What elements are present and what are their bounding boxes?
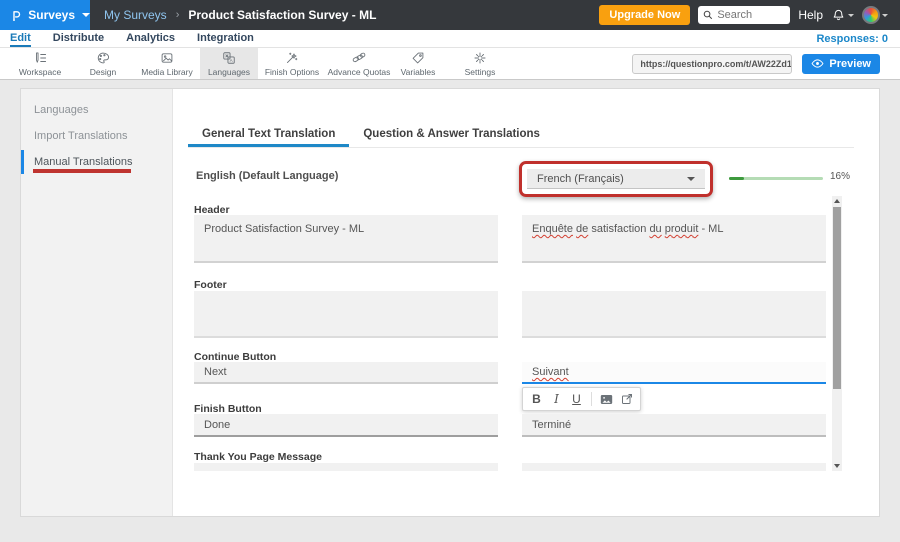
toolbar-item-media-library[interactable]: Media Library: [134, 48, 200, 79]
toolbar-item-languages[interactable]: A Languages: [200, 48, 258, 79]
underline-button[interactable]: U: [568, 390, 585, 408]
help-link[interactable]: Help: [798, 8, 823, 22]
notifications-menu[interactable]: [831, 8, 854, 23]
preview-button[interactable]: Preview: [802, 54, 880, 74]
footer-source-textarea[interactable]: [194, 291, 498, 338]
nav-tab-distribute[interactable]: Distribute: [53, 30, 104, 47]
insert-link-button[interactable]: [618, 390, 635, 408]
scroll-down-arrow-icon[interactable]: [834, 464, 840, 468]
toolbar-item-design[interactable]: Design: [72, 48, 134, 79]
languages-panel: Languages Import Translations Manual Tra…: [20, 88, 880, 517]
chevron-down-icon: [882, 14, 888, 17]
eye-icon: [811, 58, 824, 69]
annotation-highlight-box: French (Français): [519, 161, 713, 197]
translations-sidebar: Languages Import Translations Manual Tra…: [21, 89, 173, 516]
active-indicator: [21, 150, 24, 174]
nav-tab-analytics[interactable]: Analytics: [126, 30, 175, 47]
product-menu-label: Surveys: [28, 8, 75, 22]
chevron-down-icon: [848, 14, 854, 17]
translation-progress-fill: [729, 177, 744, 180]
toolbar-item-advance-quotas[interactable]: Advance Quotas: [326, 48, 392, 79]
finish-source-input[interactable]: Done: [194, 414, 498, 437]
thank-you-source-textarea[interactable]: [194, 463, 498, 471]
source-language-label: English (Default Language): [196, 170, 338, 182]
translation-fields: Header Product Satisfaction Survey - ML …: [173, 197, 879, 471]
workspace-icon: [33, 51, 47, 65]
fields-scrollbar[interactable]: [832, 196, 842, 471]
questionpro-logo-icon: [10, 8, 23, 23]
product-menu[interactable]: Surveys: [0, 0, 90, 30]
translation-progress-bar: [729, 177, 823, 180]
continue-translation-input[interactable]: Suivant: [522, 362, 826, 384]
media-library-icon: [160, 51, 174, 65]
finish-translation-input[interactable]: Terminé: [522, 414, 826, 437]
global-search[interactable]: [698, 6, 790, 24]
header-source-textarea[interactable]: Product Satisfaction Survey - ML: [194, 215, 498, 263]
header-translation-textarea[interactable]: Enquête de satisfaction du produit - ML: [522, 215, 826, 263]
edit-toolbar: Workspace Design Media Library A Languag…: [0, 48, 900, 80]
nav-tab-edit[interactable]: Edit: [10, 30, 31, 47]
tab-question-answer-translations[interactable]: Question & Answer Translations: [349, 121, 554, 147]
design-icon: [96, 51, 110, 65]
translation-tabs: General Text Translation Question & Answ…: [188, 121, 854, 148]
thank-you-translation-textarea[interactable]: [522, 463, 826, 471]
translation-progress-percent: 16%: [830, 171, 850, 182]
breadcrumb: My Surveys › Product Satisfaction Survey…: [104, 8, 376, 22]
annotation-underline: [33, 169, 131, 173]
survey-nav: Edit Distribute Analytics Integration Re…: [0, 30, 900, 48]
search-icon: [703, 10, 713, 20]
variables-icon: [411, 51, 425, 65]
breadcrumb-separator: ›: [176, 9, 180, 21]
upgrade-now-button[interactable]: Upgrade Now: [599, 5, 690, 25]
topbar-actions: Upgrade Now Help: [599, 5, 900, 25]
survey-title: Product Satisfaction Survey - ML: [188, 8, 376, 22]
toolbar-item-settings[interactable]: Settings: [444, 48, 516, 79]
sidebar-item-languages[interactable]: Languages: [21, 97, 172, 123]
rich-text-toolbar: B I U: [522, 387, 641, 411]
sidebar-item-manual-translations[interactable]: Manual Translations: [21, 149, 172, 175]
toolbar-item-variables[interactable]: Variables: [392, 48, 444, 79]
bold-button[interactable]: B: [528, 390, 545, 408]
scrollbar-thumb[interactable]: [833, 207, 841, 389]
toolbar-item-workspace[interactable]: Workspace: [8, 48, 72, 79]
finish-options-icon: [285, 51, 299, 65]
avatar: [862, 6, 880, 24]
field-label-thank-you-page-message: Thank You Page Message: [194, 451, 498, 463]
tab-general-text-translation[interactable]: General Text Translation: [188, 121, 349, 147]
sidebar-item-import-translations[interactable]: Import Translations: [21, 123, 172, 149]
italic-button[interactable]: I: [548, 390, 565, 408]
survey-url-field[interactable]: https://questionpro.com/t/AW22Zd1S1: [632, 54, 792, 74]
breadcrumb-my-surveys[interactable]: My Surveys: [104, 8, 167, 22]
chevron-down-icon: [82, 13, 90, 17]
toolbar-divider: [591, 392, 592, 406]
manual-translations-content: General Text Translation Question & Answ…: [173, 89, 879, 516]
target-language-select[interactable]: French (Français): [527, 169, 705, 189]
chevron-down-icon: [687, 177, 695, 181]
image-icon: [600, 394, 613, 405]
bell-icon: [831, 8, 846, 23]
languages-icon: A: [222, 51, 236, 65]
scroll-up-arrow-icon[interactable]: [834, 199, 840, 203]
insert-image-button[interactable]: [598, 390, 615, 408]
settings-icon: [473, 51, 487, 65]
advance-quotas-icon: [352, 51, 366, 65]
top-bar: Surveys My Surveys › Product Satisfactio…: [0, 0, 900, 30]
survey-url: https://questionpro.com/t/AW22Zd1S1: [633, 59, 792, 69]
account-menu[interactable]: [862, 6, 888, 24]
search-input[interactable]: [717, 9, 785, 21]
external-link-icon: [621, 393, 633, 405]
continue-source-input[interactable]: Next: [194, 362, 498, 384]
field-label-footer: Footer: [194, 279, 498, 291]
nav-tab-integration[interactable]: Integration: [197, 30, 254, 47]
svg-text:A: A: [230, 57, 234, 62]
toolbar-item-finish-options[interactable]: Finish Options: [258, 48, 326, 79]
footer-translation-textarea[interactable]: [522, 291, 826, 338]
responses-count[interactable]: Responses: 0: [816, 33, 888, 45]
